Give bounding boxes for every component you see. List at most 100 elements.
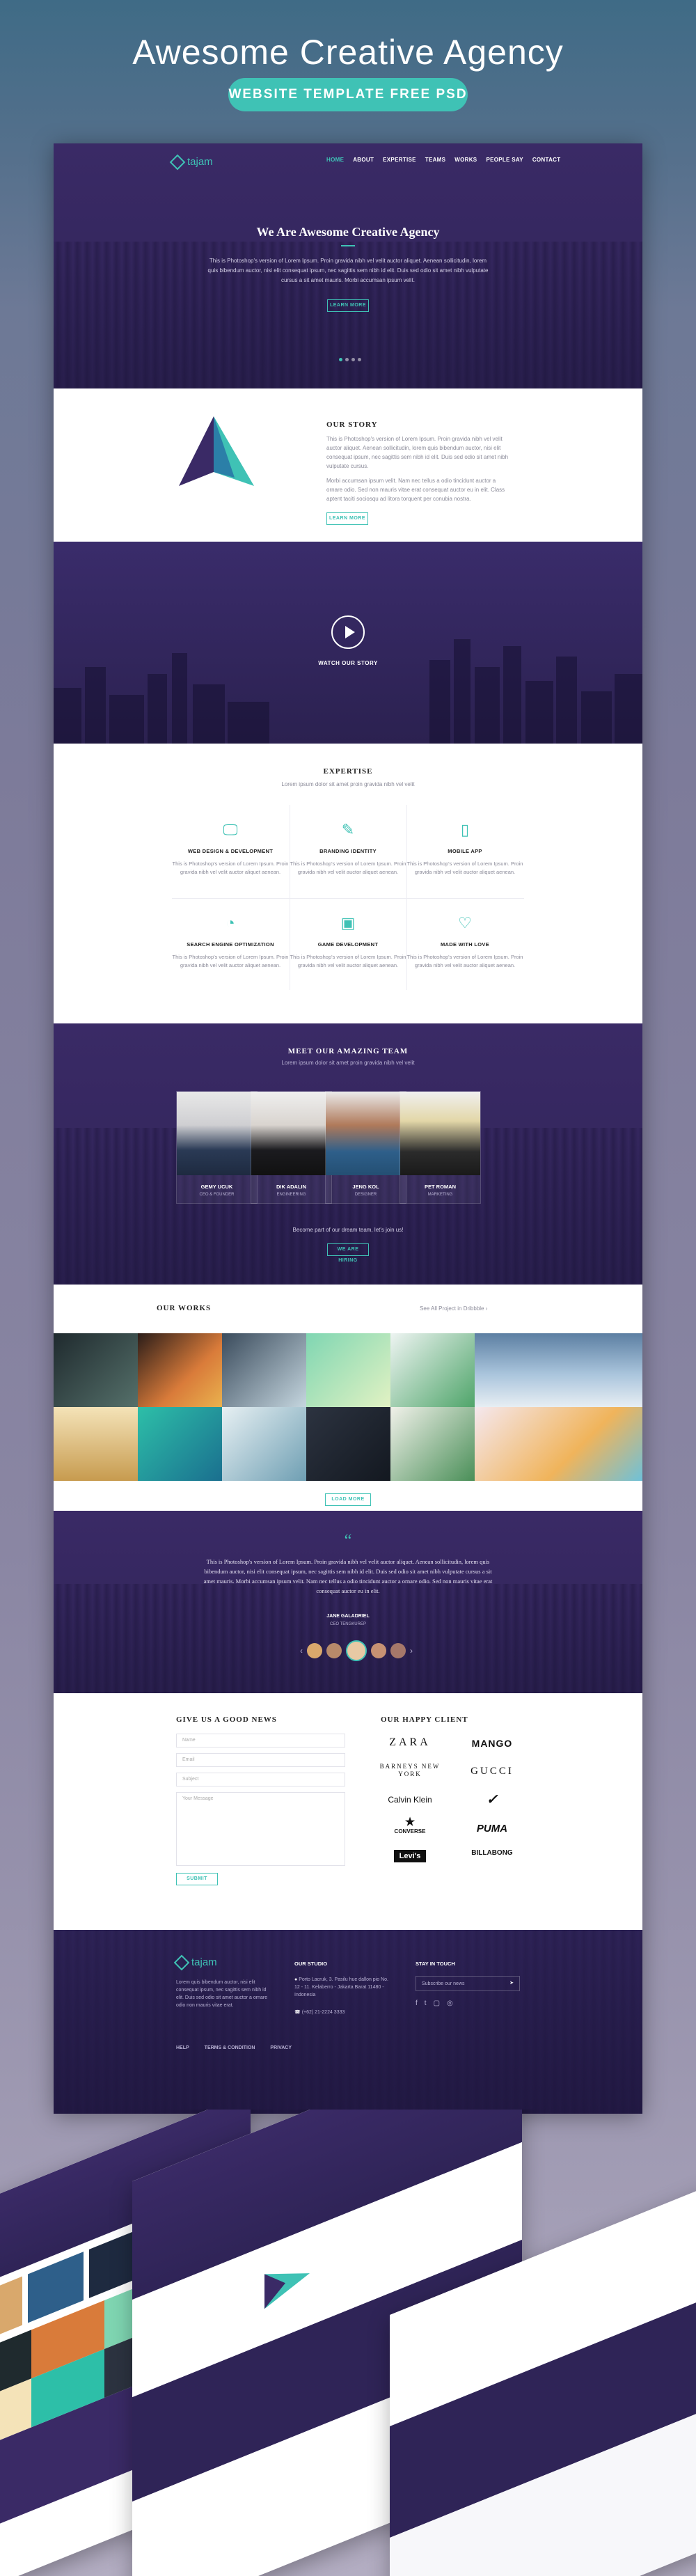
phone-icon: ▯ [460,821,470,838]
story-paragraph-2: Morbi accumsan ipsum velit. Nam nec tell… [326,478,505,502]
play-button[interactable] [331,615,365,649]
nav-people-say[interactable]: PEOPLE SAY [486,157,523,163]
perspective-mockups [0,2110,696,2576]
subject-field[interactable]: Subject [176,1773,345,1786]
avatar-active[interactable] [346,1640,367,1661]
pie-chart-icon: ◔ [226,914,235,932]
chevron-right-icon[interactable]: › [410,1646,413,1656]
footer-link-help[interactable]: HELP [176,2045,189,2050]
story-learn-more-button[interactable]: LEARN MORE [326,512,368,525]
portfolio-tile[interactable] [306,1407,390,1481]
footer: tajam Lorem quis bibendum auctor, nisi e… [54,1930,642,2114]
portfolio-tile[interactable] [54,1407,138,1481]
service-game-dev: ▣ GAME DEVELOPMENT This is Photoshop's ve… [290,914,406,969]
instagram-icon[interactable]: ▢ [434,2000,440,2007]
portfolio-tile[interactable] [475,1407,642,1481]
brush-icon: ✎ [341,821,355,838]
client-logo-barneys: BARNEYS NEW YORK [379,1763,441,1777]
quote-icon: “ [344,1532,352,1550]
portfolio-tile[interactable] [138,1333,222,1407]
hero-title: We Are Awesome Creative Agency [256,225,440,239]
team-member-card[interactable]: DIK ADALIN ENGINEERING [251,1091,332,1204]
phone-icon: ☎ [294,2010,301,2015]
team-member-card[interactable]: JENG KOL DESIGNER [325,1091,406,1204]
testimonial-avatars: ‹ › [300,1640,413,1661]
footer-address: ● Porto Lacruk, 3. Pasilu hue dallon pio… [294,1977,388,1997]
nav-about[interactable]: ABOUT [353,157,374,163]
member-photo [326,1092,406,1175]
expertise-section: EXPERTISE Lorem ipsum dolor sit amet pro… [54,744,642,1023]
expertise-title: EXPERTISE [323,767,373,776]
watch-story-label: WATCH OUR STORY [318,660,378,666]
message-field[interactable]: Your Message [176,1792,345,1866]
avatar[interactable] [390,1643,406,1658]
testimonial-quote: This is Photoshop's version of Lorem Ips… [203,1558,493,1594]
footer-about: Lorem quis bibendum auctor, nisi elit co… [176,1980,268,2008]
nav-expertise[interactable]: EXPERTISE [383,157,416,163]
portfolio-tile[interactable] [475,1333,642,1407]
nav-teams[interactable]: TEAMS [425,157,446,163]
hero-text: This is Photoshop's version of Lorem Ips… [207,258,489,283]
avatar[interactable] [371,1643,386,1658]
logo-icon [173,1954,190,1970]
send-icon: ➤ [509,1981,514,1986]
monitor-icon: 🖵 [223,821,238,838]
member-photo [251,1092,331,1175]
footer-link-terms[interactable]: TERMS & CONDITION [205,2045,255,2050]
portfolio-tile[interactable] [222,1407,306,1481]
footer-logo-text: tajam [191,1956,217,1968]
site-logo[interactable]: tajam [169,154,213,170]
hero-section: tajam HOME ABOUT EXPERTISE TEAMS WORKS P… [54,143,642,388]
hiring-button[interactable]: WE ARE HIRING [327,1243,369,1263]
arrow-right-icon: › [485,1305,488,1312]
hero-divider [341,245,355,246]
hero-learn-more-button[interactable]: LEARN MORE [327,299,369,312]
avatar[interactable] [326,1643,342,1658]
dribbble-icon[interactable]: ◎ [447,2000,453,2007]
testimonial-author: JANE GALADRIEL [326,1614,370,1619]
gamepad-icon: ▣ [340,914,356,932]
footer-link-privacy[interactable]: PRIVACY [270,2045,292,2050]
client-logo-converse: ★ CONVERSE [375,1817,445,1835]
footer-touch-title: STAY IN TOUCH [416,1961,455,1967]
story-section: OUR STORY This is Photoshop's version of… [54,388,642,542]
portfolio-tile[interactable] [138,1407,222,1481]
nav-contact[interactable]: CONTACT [532,157,561,163]
load-more-button[interactable]: LOAD MORE [325,1493,371,1506]
location-icon: ● [294,1977,298,1982]
chevron-left-icon[interactable]: ‹ [300,1646,303,1656]
footer-phone: ☎ (+62) 21-2224 3333 [294,2010,345,2015]
footer-logo[interactable]: tajam [173,1954,217,1970]
team-member-card[interactable]: GEMY UCUK CEO & FOUNDER [176,1091,258,1204]
subscribe-input[interactable]: Subscribe our news ➤ [416,1976,520,1991]
avatar[interactable] [307,1643,322,1658]
poster-title: Awesome Creative Agency [132,33,564,72]
story-paragraph-1: This is Photoshop's version of Lorem Ips… [326,436,509,469]
video-section: WATCH OUR STORY [54,542,642,744]
nav-works[interactable]: WORKS [454,157,477,163]
testimonial-author-role: CEO TENGKUREP [330,1622,366,1626]
slider-dots[interactable] [339,358,361,361]
portfolio-tile[interactable] [390,1407,475,1481]
client-logo-gucci: GUCCI [470,1766,514,1777]
footer-studio-title: OUR STUDIO [294,1961,328,1967]
contact-title: GIVE US A GOOD NEWS [176,1715,277,1724]
email-field[interactable]: Email [176,1753,345,1767]
twitter-icon[interactable]: t [425,2000,427,2007]
name-field[interactable]: Name [176,1734,345,1748]
footer-links: HELP TERMS & CONDITION PRIVACY [176,2045,292,2050]
team-section: MEET OUR AMAZING TEAM Lorem ipsum dolor … [54,1023,642,1285]
team-subtitle: Lorem ipsum dolor sit amet proin gravida… [281,1060,415,1066]
logo-icon [169,154,186,170]
nav-home[interactable]: HOME [326,157,344,163]
submit-button[interactable]: SUBMIT [176,1873,218,1885]
team-member-card[interactable]: PET ROMAN MARKETING [400,1091,481,1204]
dribbble-link[interactable]: See All Project in Dribbble › [420,1304,487,1313]
portfolio-tile[interactable] [222,1333,306,1407]
client-logo-zara: ZARA [389,1736,431,1748]
member-photo [400,1092,480,1175]
portfolio-tile[interactable] [390,1333,475,1407]
portfolio-tile[interactable] [306,1333,390,1407]
portfolio-tile[interactable] [54,1333,138,1407]
facebook-icon[interactable]: f [416,2000,418,2007]
